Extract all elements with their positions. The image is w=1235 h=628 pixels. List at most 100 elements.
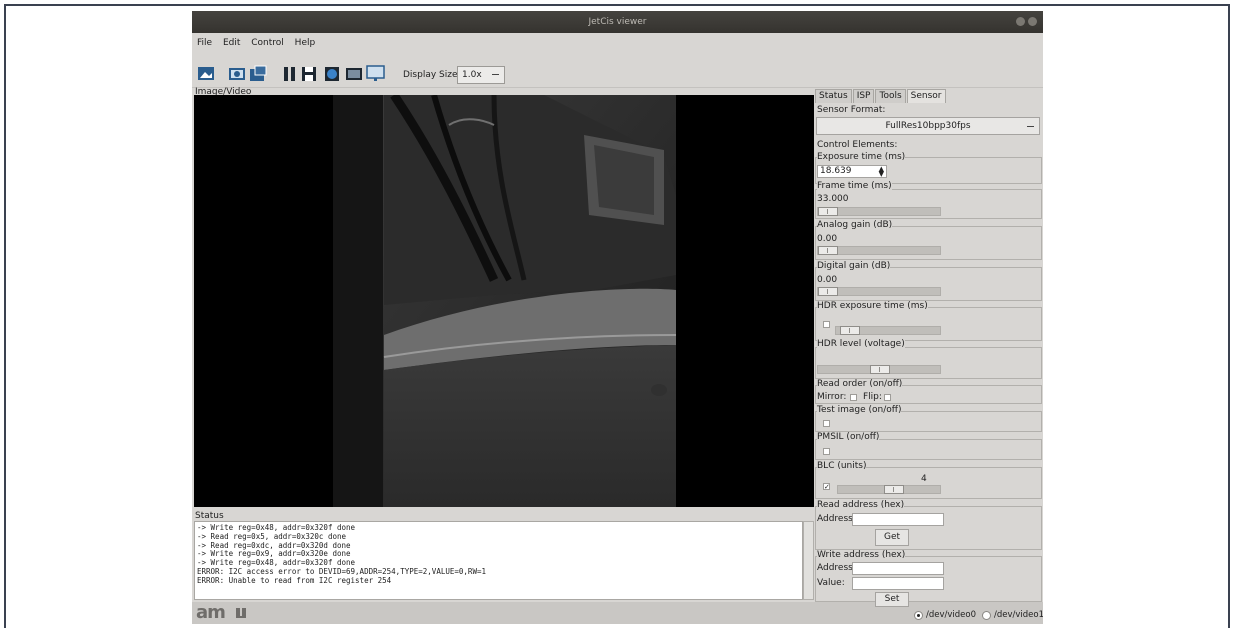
- hdr-level-label: HDR level (voltage): [817, 339, 905, 349]
- exposure-spinbox[interactable]: 18.639 ▲ ▼: [817, 165, 887, 178]
- write-address-field-label: Address:: [817, 563, 856, 573]
- exposure-label: Exposure time (ms): [817, 152, 906, 162]
- tab-sensor[interactable]: Sensor: [906, 89, 946, 103]
- digital-label: Digital gain (dB): [817, 261, 891, 271]
- blc-slider[interactable]: [837, 485, 941, 494]
- slider-handle[interactable]: [884, 485, 904, 494]
- status-scrollbar[interactable]: [803, 521, 814, 600]
- set-button[interactable]: Set: [875, 592, 909, 607]
- menu-bar: File Edit Control Help: [192, 33, 1043, 53]
- sensor-format-select[interactable]: FullRes10bpp30fps: [816, 117, 1040, 135]
- exposure-value: 18.639: [820, 166, 852, 176]
- blc-group: [815, 467, 1042, 499]
- hdr-exposure-group: [815, 307, 1042, 341]
- chevron-down-icon: [492, 74, 499, 75]
- video0-label: /dev/video0: [926, 610, 977, 620]
- read-address-field-label: Address:: [817, 514, 856, 524]
- slider-handle[interactable]: [870, 365, 890, 374]
- blc-value: 4: [921, 474, 927, 484]
- radio-dot-selected[interactable]: [914, 610, 923, 620]
- camera-icon[interactable]: [227, 64, 246, 83]
- sensor-format-label: Sensor Format:: [817, 105, 886, 115]
- ams-logo: am: [194, 602, 254, 624]
- radio-video1[interactable]: /dev/video1: [982, 610, 1043, 620]
- toolbar: Display Size: 1.0x: [192, 53, 1043, 88]
- menu-help[interactable]: Help: [292, 33, 319, 53]
- open-folder-icon[interactable]: [248, 64, 267, 83]
- read-order-label: Read order (on/off): [817, 379, 903, 389]
- blc-label: BLC (units): [817, 461, 867, 471]
- sensor-format-value: FullRes10bpp30fps: [885, 121, 971, 131]
- test-image-label: Test image (on/off): [817, 405, 902, 415]
- slider-handle[interactable]: [818, 207, 838, 216]
- hdr-exposure-label: HDR exposure time (ms): [817, 301, 928, 311]
- camera-image-view: [194, 95, 814, 507]
- display-size-label: Display Size:: [403, 70, 461, 80]
- pmsil-label: PMSIL (on/off): [817, 432, 880, 442]
- display-size-select[interactable]: 1.0x: [457, 66, 505, 84]
- write-address-input[interactable]: [852, 562, 944, 575]
- test-image-checkbox[interactable]: [823, 420, 830, 427]
- pause-icon[interactable]: [280, 64, 299, 83]
- spin-arrows-icon[interactable]: ▲ ▼: [879, 166, 884, 178]
- snapshot-icon[interactable]: [344, 64, 363, 83]
- open-image-icon[interactable]: [196, 64, 215, 83]
- digital-value: 0.00: [817, 275, 838, 285]
- pmsil-group: [815, 439, 1042, 460]
- status-label: Status: [195, 511, 224, 521]
- status-log: -> Write reg=0x48, addr=0x320f done -> Re…: [194, 521, 803, 600]
- title-bar: JetCis viewer: [192, 11, 1043, 33]
- radio-video0[interactable]: /dev/video0: [914, 610, 976, 620]
- flip-label: Flip:: [863, 392, 882, 402]
- digital-slider[interactable]: [817, 287, 941, 296]
- write-value-input[interactable]: [852, 577, 944, 590]
- radio-dot[interactable]: [982, 610, 991, 620]
- video1-label: /dev/video1: [994, 610, 1043, 620]
- menu-edit[interactable]: Edit: [220, 33, 243, 53]
- mirror-label: Mirror:: [817, 392, 847, 402]
- pmsil-checkbox[interactable]: [823, 448, 830, 455]
- bottom-bar: am /dev/video0 /dev/video1: [192, 602, 1043, 624]
- save-icon[interactable]: [299, 64, 318, 83]
- tab-isp[interactable]: ISP: [852, 89, 875, 103]
- write-value-label: Value:: [817, 578, 845, 588]
- slider-handle[interactable]: [840, 326, 860, 335]
- window-title: JetCis viewer: [588, 17, 647, 27]
- hdr-level-group: [815, 347, 1042, 379]
- screen-icon[interactable]: [366, 64, 385, 83]
- control-elements-label: Control Elements:: [817, 140, 898, 150]
- chevron-down-icon: [1027, 126, 1034, 127]
- frame-label: Frame time (ms): [817, 181, 892, 191]
- right-panel: Status ISP Tools Sensor Sensor Format: F…: [815, 87, 1043, 607]
- read-address-input[interactable]: [852, 513, 944, 526]
- minimize-button[interactable]: [1016, 17, 1025, 26]
- analog-value: 0.00: [817, 234, 838, 244]
- menu-control[interactable]: Control: [248, 33, 287, 53]
- slider-handle[interactable]: [818, 287, 838, 296]
- record-icon[interactable]: [322, 64, 341, 83]
- write-address-label: Write address (hex): [817, 550, 906, 560]
- tab-bar: Status ISP Tools Sensor: [815, 89, 947, 103]
- frame-slider[interactable]: [817, 207, 941, 216]
- menu-file[interactable]: File: [194, 33, 215, 53]
- tab-status[interactable]: Status: [815, 89, 852, 103]
- camera-frame-image: [333, 95, 677, 507]
- slider-handle[interactable]: [818, 246, 838, 255]
- hdr-exposure-checkbox[interactable]: [823, 321, 830, 328]
- display-size-value: 1.0x: [462, 70, 482, 80]
- blc-checkbox[interactable]: ✓: [823, 483, 830, 491]
- tab-tools[interactable]: Tools: [875, 89, 906, 103]
- analog-slider[interactable]: [817, 246, 941, 255]
- hdr-exposure-slider[interactable]: [835, 326, 941, 335]
- app-window: JetCis viewer File Edit Control Help Dis…: [192, 11, 1043, 624]
- analog-label: Analog gain (dB): [817, 220, 893, 230]
- frame-value: 33.000: [817, 194, 849, 204]
- get-button[interactable]: Get: [875, 529, 909, 546]
- mirror-checkbox[interactable]: [850, 394, 857, 401]
- read-address-label: Read address (hex): [817, 500, 905, 510]
- flip-checkbox[interactable]: [884, 394, 891, 401]
- hdr-level-slider[interactable]: [817, 365, 941, 374]
- svg-text:am: am: [196, 602, 225, 622]
- close-button[interactable]: [1028, 17, 1037, 26]
- log-line: ERROR: Unable to read from I2C register …: [197, 575, 392, 585]
